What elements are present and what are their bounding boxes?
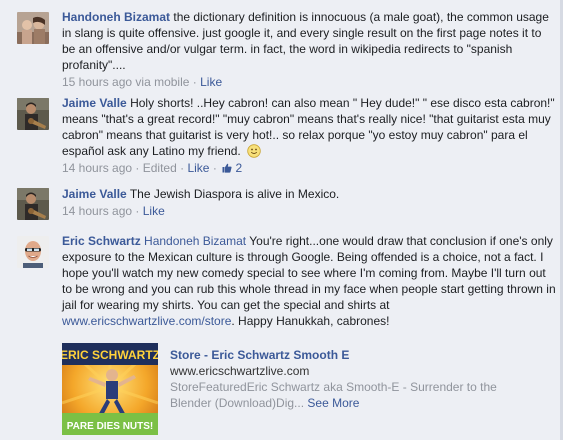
edited-label[interactable]: Edited [143,161,177,175]
meta-separator: · [135,161,140,175]
comment-author-link[interactable]: Jaime Valle [62,96,127,110]
likes-count[interactable]: 2 [236,161,243,175]
comment-author-link[interactable]: Jaime Valle [62,187,127,201]
avatar[interactable] [17,188,49,220]
meta-separator: · [135,204,140,218]
avatar[interactable] [17,98,49,130]
comment-author-link[interactable]: Eric Schwartz [62,234,141,248]
comment-item: Eric Schwartz Handoneh Bizamat You're ri… [0,234,563,340]
comment-text: Holy shorts! ..Hey cabron! can also mean… [62,96,555,158]
like-button[interactable]: Like [187,161,209,175]
comment-item: Handoneh Bizamat the dictionary definiti… [0,9,563,90]
comment-item: Jaime Valle Holy shorts! ..Hey cabron! c… [0,96,563,178]
smiley-emoji-icon [247,144,261,158]
comment-timestamp[interactable]: 15 hours ago [62,75,132,89]
meta-separator: · [192,75,197,89]
comment-author-link[interactable]: Handoneh Bizamat [62,10,170,24]
comment-text-after: . Happy Hanukkah, cabrones! [231,314,390,328]
like-button[interactable]: Like [143,204,165,218]
svg-text:PARE DIES NUTS!: PARE DIES NUTS! [67,421,154,432]
comment-text: The Jewish Diaspora is alive in Mexico. [129,187,340,201]
meta-separator: · [212,161,217,175]
link-preview-url: www.ericschwartzlive.com [170,364,310,378]
comment-thread: Handoneh Bizamat the dictionary definiti… [0,0,563,440]
svg-text:ERIC SCHWARTZ: ERIC SCHWARTZ [62,348,158,362]
comment-meta: 15 hours ago via mobile · Like [62,75,557,90]
link-preview[interactable]: ERIC SCHWARTZ PARE DIES NUTS! Store - Er… [62,343,532,435]
store-link[interactable]: www.ericschwartzlive.com/store [62,314,231,328]
like-button[interactable]: Like [200,75,222,89]
meta-separator: · [180,161,185,175]
comment-body: Eric Schwartz Handoneh Bizamat You're ri… [62,233,557,329]
comment-body: Jaime Valle The Jewish Diaspora is alive… [62,186,557,219]
comment-timestamp[interactable]: 14 hours ago [62,204,132,218]
link-preview-title[interactable]: Store - Eric Schwartz Smooth E [170,347,532,363]
comment-via: via mobile [135,75,190,89]
see-more-link[interactable]: See More [307,396,359,410]
avatar[interactable] [17,236,49,268]
link-preview-image[interactable]: ERIC SCHWARTZ PARE DIES NUTS! [62,343,158,435]
avatar[interactable] [17,12,49,44]
mention-link[interactable]: Handoneh Bizamat [144,234,246,248]
comment-body: Handoneh Bizamat the dictionary definiti… [62,9,557,90]
comment-item: Jaime Valle The Jewish Diaspora is alive… [0,187,563,227]
comment-timestamp[interactable]: 14 hours ago [62,161,132,175]
comment-meta: 14 hours ago · Edited · Like · 2 [62,161,557,176]
thumbs-up-icon[interactable] [222,162,232,173]
link-preview-text: Store - Eric Schwartz Smooth E www.erics… [170,347,532,411]
comment-body: Jaime Valle Holy shorts! ..Hey cabron! c… [62,95,557,176]
comment-meta: 14 hours ago · Like [62,204,557,219]
